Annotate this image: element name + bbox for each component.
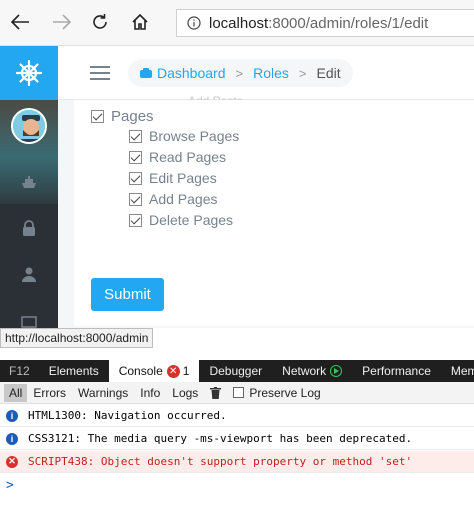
clear-console-trash-icon[interactable] — [204, 382, 227, 404]
breadcrumb-separator: > — [235, 65, 244, 81]
console-error-message: ✕ SCRIPT438: Object doesn't support prop… — [0, 451, 474, 473]
url-path: :8000/admin/roles/1/edit — [268, 14, 429, 32]
tab-console[interactable]: Console ✕ 1 — [108, 360, 200, 382]
permission-item[interactable]: Delete Pages — [129, 212, 233, 228]
permission-group-label: Pages — [111, 108, 154, 125]
ship-wheel-logo-icon[interactable] — [0, 46, 58, 100]
dashboard-icon — [140, 68, 152, 78]
info-circle-icon[interactable] — [187, 16, 201, 30]
devtools-panel: F12 Elements Console ✕ 1 Debugger Networ… — [0, 360, 474, 506]
console-filter-bar: All Errors Warnings Info Logs Preserve L… — [0, 382, 474, 404]
info-icon: i — [6, 409, 18, 422]
refresh-icon[interactable] — [86, 8, 114, 36]
preserve-log-toggle[interactable]: Preserve Log — [227, 382, 326, 404]
lock-icon[interactable] — [19, 218, 39, 238]
permission-checkbox[interactable] — [129, 213, 142, 227]
permissions-panel: Pages Browse Pages Read Pages Edit Pages… — [74, 100, 474, 326]
hamburger-menu-icon[interactable] — [90, 66, 110, 80]
breadcrumb-dashboard[interactable]: Dashboard — [157, 65, 226, 81]
permission-label: Browse Pages — [149, 128, 240, 144]
submit-button[interactable]: Submit — [91, 278, 164, 311]
devtools-tab-bar: F12 Elements Console ✕ 1 Debugger Networ… — [0, 360, 474, 382]
permission-item[interactable]: Read Pages — [129, 149, 226, 165]
filter-info[interactable]: Info — [134, 382, 166, 404]
app-sidebar — [0, 46, 58, 328]
filter-all[interactable]: All — [4, 383, 28, 402]
tab-f12: F12 — [9, 364, 30, 378]
permission-item[interactable]: Add Pages — [129, 191, 218, 207]
console-message-text: SCRIPT438: Object doesn't support proper… — [28, 455, 413, 468]
preserve-log-label: Preserve Log — [249, 385, 321, 400]
permission-checkbox[interactable] — [129, 150, 142, 164]
url-host: localhost — [209, 14, 269, 32]
permission-item[interactable]: Browse Pages — [129, 128, 239, 144]
divider — [0, 348, 474, 360]
preserve-log-checkbox[interactable] — [233, 387, 245, 398]
breadcrumb: Dashboard > Roles > Edit — [128, 59, 353, 87]
main-content: Pages Browse Pages Read Pages Edit Pages… — [58, 100, 474, 328]
group-checkbox[interactable] — [91, 110, 104, 123]
tab-network[interactable]: Network — [272, 360, 352, 382]
tab-network-label: Network — [282, 364, 327, 378]
play-icon — [330, 365, 343, 377]
breadcrumb-current: Edit — [316, 65, 341, 81]
browser-toolbar: localhost:8000/admin/roles/1/edit — [0, 0, 474, 46]
console-message-text: CSS3121: The media query -ms-viewport ha… — [28, 432, 413, 445]
console-message: i CSS3121: The media query -ms-viewport … — [0, 428, 474, 450]
breadcrumb-separator: > — [298, 65, 307, 81]
permission-checkbox[interactable] — [129, 129, 142, 143]
tab-debugger[interactable]: Debugger — [199, 360, 272, 382]
filter-errors[interactable]: Errors — [27, 382, 72, 404]
permission-label: Delete Pages — [149, 212, 234, 228]
error-count: 1 — [182, 364, 190, 378]
console-message: i HTML1300: Navigation occurred. — [0, 405, 474, 427]
permission-item[interactable]: Edit Pages — [129, 170, 217, 186]
forward-arrow-icon[interactable] — [48, 8, 76, 36]
error-icon: ✕ — [6, 455, 18, 468]
filter-warnings[interactable]: Warnings — [72, 382, 134, 404]
tab-elements[interactable]: Elements — [39, 360, 109, 382]
filter-logs[interactable]: Logs — [166, 382, 204, 404]
link-status-tooltip: http://localhost:8000/admin — [0, 328, 154, 348]
console-prompt[interactable]: > — [6, 478, 14, 493]
permission-group-pages[interactable]: Pages — [91, 108, 154, 125]
tab-performance[interactable]: Performance — [352, 360, 441, 382]
breadcrumb-roles[interactable]: Roles — [253, 65, 289, 81]
tab-console-label: Console — [118, 364, 163, 378]
home-icon[interactable] — [126, 8, 154, 36]
info-icon: i — [6, 432, 18, 445]
permission-label: Edit Pages — [149, 170, 217, 186]
user-icon[interactable] — [19, 264, 39, 284]
tab-memory[interactable]: Mem — [441, 360, 474, 382]
error-count-icon: ✕ — [166, 364, 180, 378]
ship-icon[interactable] — [19, 172, 39, 192]
permission-label: Read Pages — [149, 149, 227, 165]
avatar[interactable] — [11, 108, 47, 144]
permission-checkbox[interactable] — [129, 192, 142, 206]
app-header: Add Posts Dashboard > Roles > Edit — [58, 46, 474, 108]
permission-label: Add Pages — [149, 191, 218, 207]
console-message-text: HTML1300: Navigation occurred. — [28, 409, 227, 422]
address-bar[interactable]: localhost:8000/admin/roles/1/edit — [176, 9, 474, 37]
permission-checkbox[interactable] — [129, 171, 142, 185]
back-arrow-icon[interactable] — [6, 8, 34, 36]
